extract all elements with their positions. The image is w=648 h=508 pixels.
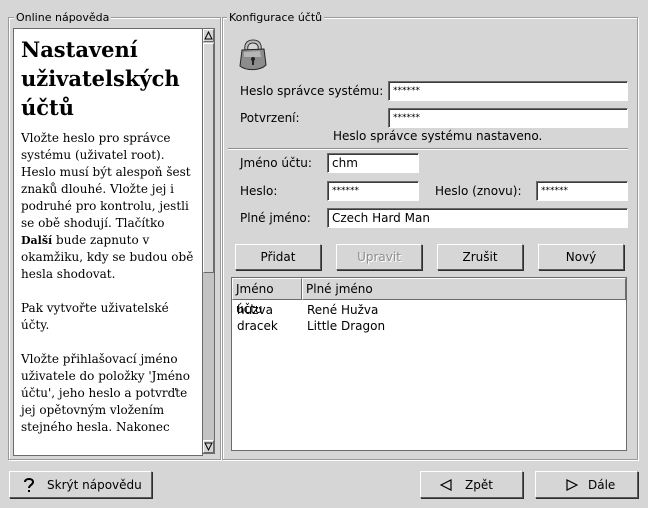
help-scrollbar[interactable] <box>202 28 215 454</box>
confirm-password-field[interactable]: ****** <box>388 108 628 128</box>
root-password-status: Heslo správce systému nastaveno. <box>333 129 543 143</box>
back-button[interactable]: Zpět <box>420 471 523 498</box>
password-again-field[interactable]: ****** <box>536 181 628 201</box>
padlock-icon <box>239 39 267 71</box>
root-password-field[interactable]: ****** <box>388 81 628 101</box>
column-header-account-name[interactable]: Jméno účtu <box>232 278 302 316</box>
accounts-table[interactable]: Jméno účtu Plné jméno huzva René Hužva d… <box>231 277 627 451</box>
help-text-area[interactable]: Nastavení uživatelských účtů Vložte hesl… <box>13 28 203 456</box>
cell-account-name: dracek <box>237 319 278 333</box>
account-name-label: Jméno účtu: <box>240 156 312 170</box>
back-label: Zpět <box>465 478 493 492</box>
next-button[interactable]: Dále <box>535 471 638 498</box>
arrow-right-icon <box>566 479 578 491</box>
scroll-up-arrow[interactable] <box>203 29 214 42</box>
table-row[interactable]: huzva René Hužva <box>232 302 626 318</box>
help-paragraph-2: Pak vytvořte uživatelské účty. <box>21 301 169 332</box>
help-heading: Nastavení uživatelských účtů <box>21 37 180 120</box>
config-frame-title: Konfigurace účtů <box>227 11 325 24</box>
new-button[interactable]: Nový <box>538 244 624 270</box>
scroll-down-arrow[interactable] <box>203 440 214 453</box>
confirm-password-label: Potvrzení: <box>240 111 300 125</box>
full-name-label: Plné jméno: <box>240 211 311 225</box>
help-paragraph-3: Vložte přihlašovací jméno uživatele do p… <box>21 352 190 434</box>
column-header-full-name[interactable]: Plné jméno <box>302 278 626 300</box>
account-name-field[interactable]: chm <box>327 153 419 173</box>
arrow-up-icon <box>204 30 213 40</box>
add-button[interactable]: Přidat <box>235 244 321 270</box>
table-row[interactable]: dracek Little Dragon <box>232 318 626 334</box>
edit-button[interactable]: Upravit <box>336 244 422 270</box>
password-again-label: Heslo (znovu): <box>435 184 522 198</box>
cell-full-name: René Hužva <box>307 303 379 317</box>
password-label: Heslo: <box>240 184 278 198</box>
next-label: Dále <box>588 478 616 492</box>
help-frame-title: Online nápověda <box>14 11 112 24</box>
cell-account-name: huzva <box>237 303 273 317</box>
root-password-label: Heslo správce systému: <box>240 84 384 98</box>
help-paragraph-1: Vložte heslo pro správce systému (uživat… <box>21 131 194 281</box>
section-divider <box>228 148 628 150</box>
arrow-down-icon <box>204 442 213 452</box>
hide-help-button[interactable]: Skrýt nápovědu <box>9 471 152 498</box>
scroll-thumb[interactable] <box>203 43 214 273</box>
password-field[interactable]: ****** <box>327 181 419 201</box>
full-name-field[interactable]: Czech Hard Man <box>327 208 628 228</box>
cell-full-name: Little Dragon <box>307 319 386 333</box>
delete-button[interactable]: Zrušit <box>437 244 523 270</box>
hide-help-label: Skrýt nápovědu <box>47 478 142 492</box>
arrow-left-icon <box>440 479 452 491</box>
help-icon <box>24 478 35 492</box>
